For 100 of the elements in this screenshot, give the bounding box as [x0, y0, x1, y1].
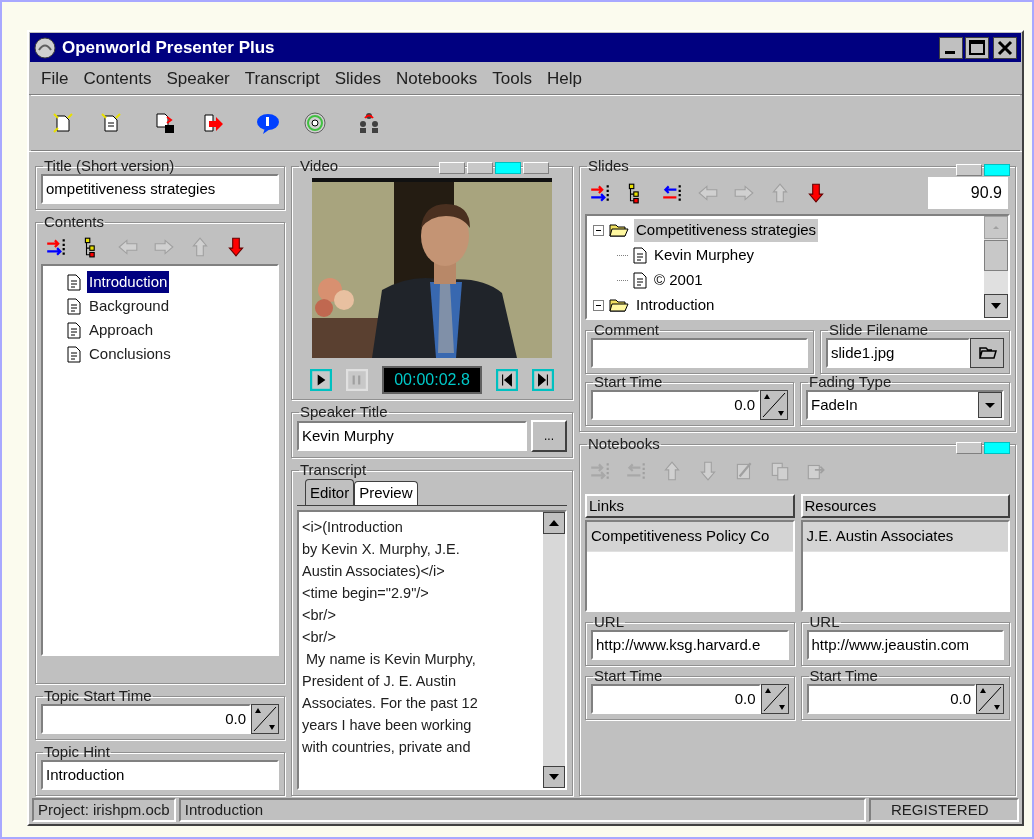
list-row[interactable]: J.E. Austin Associates	[802, 522, 1008, 552]
group-label: Transcript	[300, 461, 367, 478]
step-forward-button[interactable]	[531, 369, 554, 391]
scroll-up-icon[interactable]	[543, 512, 565, 534]
expander-icon[interactable]	[593, 300, 604, 311]
spin-button[interactable]	[251, 704, 279, 734]
url-field[interactable]: http://www.ksg.harvard.e	[591, 630, 789, 660]
play-button[interactable]	[310, 369, 333, 391]
url-field[interactable]: http://www.jeaustin.com	[806, 630, 1004, 660]
transcript-line: with countries, private and	[302, 738, 472, 757]
status-topic: Introduction	[178, 798, 866, 822]
zoom-field[interactable]: 90.9	[928, 177, 1008, 209]
topic-item[interactable]: Conclusions	[87, 342, 173, 366]
window-title: Openworld Presenter Plus	[62, 36, 276, 59]
speaker-field[interactable]: Kevin Murphy	[297, 421, 527, 451]
tree-item[interactable]: Kevin Murphey	[652, 244, 757, 267]
group-label: Topic Start Time	[44, 687, 152, 704]
filename-field[interactable]: slide1.jpg	[826, 338, 970, 368]
topic-item[interactable]: Introduction	[87, 270, 170, 294]
group-label: URL	[809, 613, 840, 630]
folder-icon	[609, 298, 629, 313]
time-field[interactable]: 0.0	[591, 390, 760, 420]
menu-item[interactable]: Contents	[77, 65, 158, 92]
menu-item[interactable]: Tools	[486, 65, 538, 92]
transcript-line: by Kevin X. Murphy, J.E.	[302, 540, 461, 559]
spin-button[interactable]	[760, 684, 789, 714]
menu-item[interactable]: Slides	[328, 65, 388, 92]
title-field[interactable]: ompetitiveness strategies	[41, 174, 279, 204]
people-icon[interactable]	[357, 111, 381, 135]
comment-field[interactable]	[591, 338, 808, 368]
tab[interactable]: Preview	[354, 481, 418, 505]
group-label: Start Time	[809, 667, 878, 684]
transcript-line: <br/>	[302, 606, 337, 625]
group-label: Speaker Title	[300, 403, 388, 420]
transcript-line: <time begin="2.9"/>	[302, 584, 430, 603]
scroll-down-icon[interactable]	[984, 294, 1008, 318]
export-arrow-icon[interactable]	[201, 111, 225, 135]
open-folder-button[interactable]	[970, 338, 1004, 368]
speech-bubble-icon[interactable]	[255, 111, 281, 135]
group-label: Slides	[588, 157, 629, 174]
app-icon	[34, 36, 56, 59]
page-icon	[67, 273, 81, 291]
list-header[interactable]: Resources	[800, 494, 1010, 518]
time-field[interactable]: 0.0	[806, 684, 976, 714]
page-icon	[67, 321, 81, 339]
scrollbar[interactable]	[543, 512, 565, 788]
tree-item[interactable]: Competitiveness strategies	[634, 219, 819, 242]
tree-item[interactable]: © 2001	[652, 269, 705, 292]
list-header[interactable]: Links	[585, 494, 795, 518]
down-arrow-icon[interactable]	[225, 236, 247, 258]
group-label: Contents	[44, 213, 105, 230]
fading-dropdown[interactable]: FadeIn	[806, 390, 1004, 420]
scrollbar[interactable]	[984, 216, 1008, 318]
save-document-icon[interactable]	[153, 111, 177, 135]
spin-button[interactable]	[976, 684, 1004, 714]
menu-item[interactable]: Speaker	[160, 65, 236, 92]
topic-item[interactable]: Background	[87, 294, 172, 318]
hint-field[interactable]: Introduction	[41, 760, 279, 790]
transcript-line: <i>(Introduction	[302, 518, 404, 537]
add-arrows-icon[interactable]	[589, 182, 611, 204]
transcript-line: <br/>	[302, 628, 337, 647]
open-document-icon[interactable]	[99, 111, 123, 135]
group-label: Fading Type	[809, 373, 892, 390]
spin-button[interactable]	[760, 390, 788, 420]
step-back-button[interactable]	[495, 369, 518, 391]
menu-item[interactable]: Notebooks	[390, 65, 484, 92]
transcript-line: Associates. For the past 12	[302, 694, 479, 713]
minimize-button[interactable]	[939, 36, 963, 59]
tree-item[interactable]: Introduction	[634, 294, 717, 317]
group-label: Start Time	[594, 667, 663, 684]
tab[interactable]: Editor	[305, 479, 355, 505]
menu-item[interactable]: Transcript	[238, 65, 326, 92]
group-label: URL	[594, 613, 624, 630]
expander-icon[interactable]	[593, 225, 604, 236]
disc-icon[interactable]	[303, 111, 327, 135]
folder-icon	[609, 223, 629, 238]
transcript-line: Austin Associates)</i>	[302, 562, 446, 581]
page-icon	[633, 272, 647, 289]
maximize-button[interactable]	[965, 36, 989, 59]
time-field[interactable]: 0.0	[591, 684, 761, 714]
group-label: Comment	[594, 321, 660, 338]
topic-item[interactable]: Approach	[87, 318, 156, 342]
page-icon	[67, 297, 81, 315]
scroll-down-icon[interactable]	[543, 766, 565, 788]
close-button[interactable]	[993, 36, 1017, 59]
remove-arrows-icon[interactable]	[661, 182, 683, 204]
add-arrows-icon[interactable]	[45, 236, 67, 258]
browse-button[interactable]: ...	[531, 420, 567, 452]
transcript-line: President of J. E. Austin	[302, 672, 457, 691]
time-field[interactable]: 0.0	[41, 704, 251, 734]
group-label: Notebooks	[588, 435, 660, 452]
list-row[interactable]: Competitiveness Policy Co	[587, 522, 793, 552]
group-label: Slide Filename	[829, 321, 929, 338]
group-label: Title (Short version)	[44, 157, 175, 174]
down-arrow-icon[interactable]	[805, 182, 827, 204]
status-project: Project: irishpm.ocb	[32, 798, 176, 822]
menu-item[interactable]: Help	[541, 65, 588, 92]
transcript-line: years I have been working	[302, 716, 473, 735]
menu-item[interactable]: File	[35, 65, 75, 92]
new-document-icon[interactable]	[51, 111, 75, 135]
